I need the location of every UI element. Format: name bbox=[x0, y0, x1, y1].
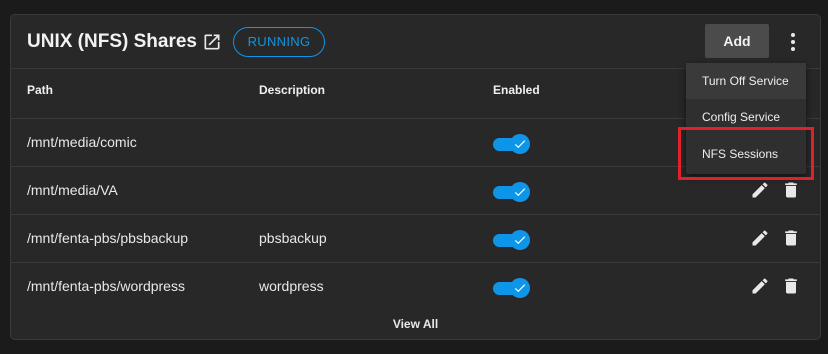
status-badge: RUNNING bbox=[233, 27, 325, 57]
path-cell: /mnt/fenta-pbs/pbsbackup bbox=[27, 230, 189, 246]
description-cell: wordpress bbox=[259, 278, 324, 294]
enabled-toggle[interactable] bbox=[493, 182, 530, 202]
enabled-toggle[interactable] bbox=[493, 134, 530, 154]
service-actions-menu: Turn Off Service Config Service NFS Sess… bbox=[686, 63, 806, 174]
menu-item-turn-off-service[interactable]: Turn Off Service bbox=[686, 63, 806, 99]
enabled-toggle[interactable] bbox=[493, 278, 530, 298]
table-row: /mnt/fenta-pbs/wordpress wordpress bbox=[11, 262, 820, 310]
menu-item-nfs-sessions[interactable]: NFS Sessions bbox=[686, 136, 806, 172]
menu-item-config-service[interactable]: Config Service bbox=[686, 99, 806, 135]
enabled-toggle[interactable] bbox=[493, 230, 530, 250]
description-cell: pbsbackup bbox=[259, 230, 327, 246]
trash-icon[interactable] bbox=[781, 180, 801, 200]
table-row: /mnt/fenta-pbs/pbsbackup pbsbackup bbox=[11, 214, 820, 262]
column-header-enabled[interactable]: Enabled bbox=[493, 69, 540, 119]
pencil-icon[interactable] bbox=[750, 276, 770, 296]
path-cell: /mnt/media/VA bbox=[27, 182, 118, 198]
trash-icon[interactable] bbox=[781, 276, 801, 296]
column-header-path[interactable]: Path bbox=[27, 69, 53, 119]
path-cell: /mnt/media/comic bbox=[27, 134, 137, 150]
more-vert-icon[interactable] bbox=[782, 29, 804, 55]
card-header: UNIX (NFS) Shares RUNNING Add bbox=[11, 15, 820, 69]
view-all-link[interactable]: View All bbox=[11, 317, 820, 331]
add-button[interactable]: Add bbox=[705, 24, 769, 58]
path-cell: /mnt/fenta-pbs/wordpress bbox=[27, 278, 185, 294]
card-title: UNIX (NFS) Shares bbox=[27, 31, 197, 52]
external-link-icon[interactable] bbox=[202, 32, 222, 52]
column-header-description[interactable]: Description bbox=[259, 69, 325, 119]
trash-icon[interactable] bbox=[781, 228, 801, 248]
pencil-icon[interactable] bbox=[750, 180, 770, 200]
pencil-icon[interactable] bbox=[750, 228, 770, 248]
